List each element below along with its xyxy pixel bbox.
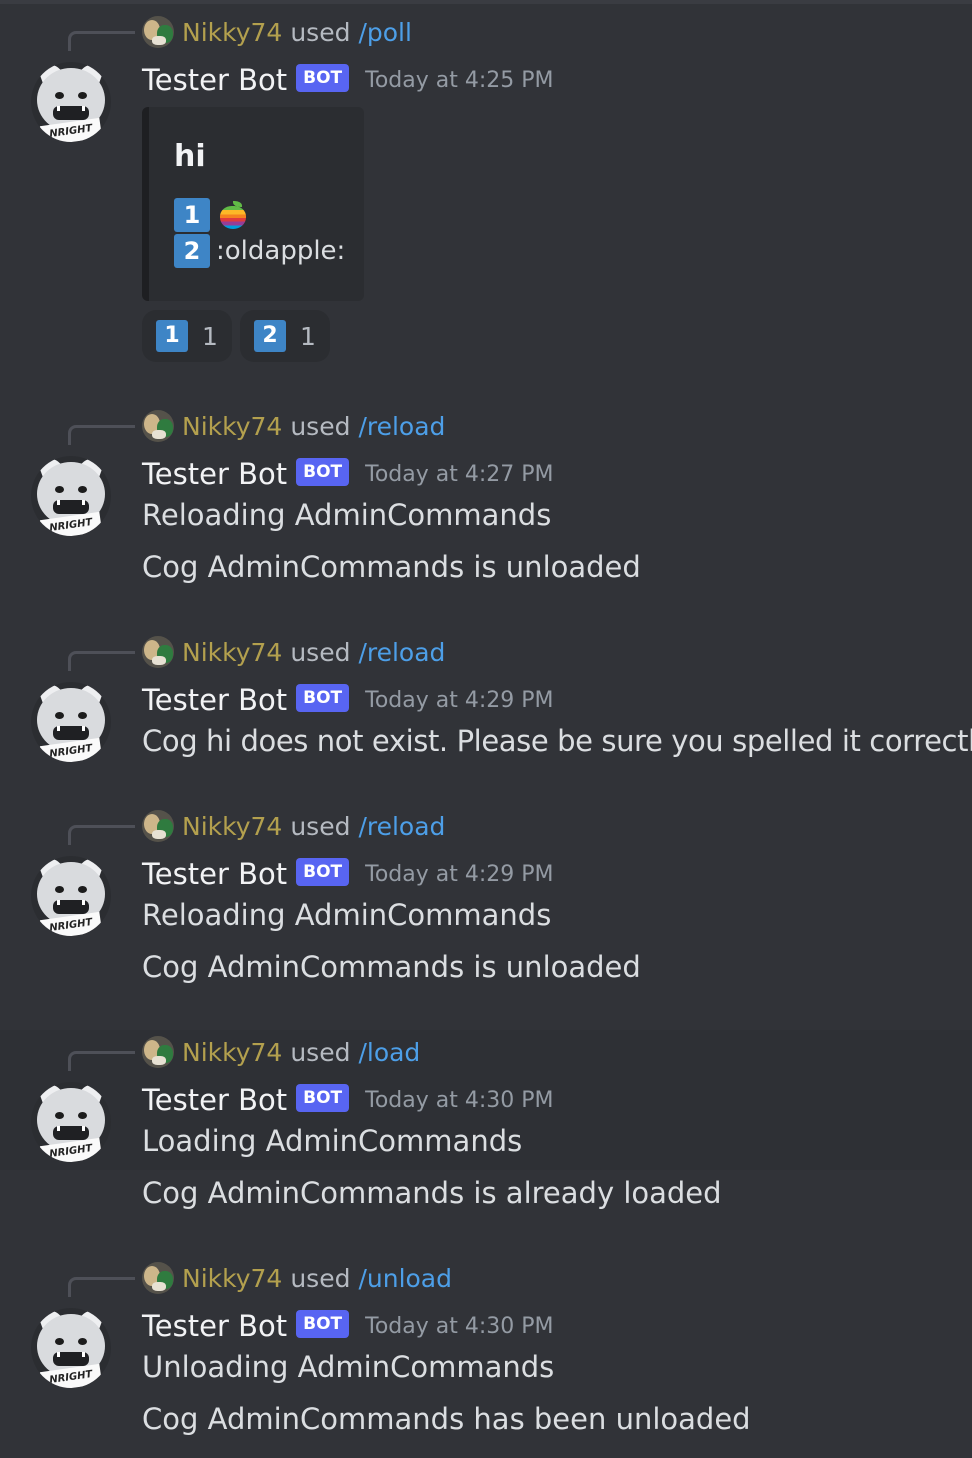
invoker-avatar[interactable] [142, 16, 174, 48]
message-text: Loading AdminCommands [142, 1124, 523, 1158]
message-text: Reloading AdminCommands [142, 498, 552, 532]
message-text: Cog AdminCommands is unloaded [142, 550, 641, 584]
message-text: Cog AdminCommands is unloaded [142, 950, 641, 984]
used-label: used [290, 637, 351, 667]
bot-badge: BOT [296, 64, 350, 92]
timestamp[interactable]: Today at 4:25 PM [365, 68, 553, 93]
message-text: Cog AdminCommands is already loaded [142, 1176, 722, 1210]
timestamp[interactable]: Today at 4:29 PM [365, 862, 553, 887]
command-reference[interactable]: Nikky74 used /reload [142, 810, 445, 842]
bot-badge: BOT [296, 858, 350, 886]
invoker-username[interactable]: Nikky74 [182, 638, 282, 667]
command-link[interactable]: /load [358, 1038, 420, 1067]
invoker-username[interactable]: Nikky74 [182, 812, 282, 841]
reaction-count: 1 [300, 321, 316, 351]
timestamp[interactable]: Today at 4:29 PM [365, 688, 553, 713]
bot-avatar[interactable]: NRIGHT [31, 856, 111, 936]
message-group: Nikky74 used /unload NRIGHT Tester Bot B… [0, 1246, 972, 1458]
timestamp[interactable]: Today at 4:30 PM [365, 1088, 553, 1113]
command-reference[interactable]: Nikky74 used /load [142, 1036, 420, 1068]
bot-badge: BOT [296, 684, 350, 712]
bot-avatar[interactable]: NRIGHT [31, 62, 111, 142]
timestamp[interactable]: Today at 4:30 PM [365, 1314, 553, 1339]
used-label: used [290, 411, 351, 441]
bot-username[interactable]: Tester Bot [142, 1309, 287, 1343]
reaction-button[interactable]: 2 1 [240, 310, 330, 362]
message-group: Nikky74 used /reload NRIGHT Tester Bot B… [0, 794, 972, 1004]
bot-badge: BOT [296, 1084, 350, 1112]
message-header: Tester Bot BOT Today at 4:25 PM [142, 62, 554, 98]
bot-username[interactable]: Tester Bot [142, 857, 287, 891]
bot-avatar[interactable]: NRIGHT [31, 1308, 111, 1388]
bot-username[interactable]: Tester Bot [142, 457, 287, 491]
invoker-avatar[interactable] [142, 410, 174, 442]
invoker-username[interactable]: Nikky74 [182, 1038, 282, 1067]
invoker-username[interactable]: Nikky74 [182, 1264, 282, 1293]
used-label: used [290, 1263, 351, 1293]
message-header: Tester Bot BOT Today at 4:30 PM [142, 1082, 554, 1118]
apple-rainbow-icon [220, 201, 246, 229]
bot-username[interactable]: Tester Bot [142, 63, 287, 97]
message-text: Unloading AdminCommands [142, 1350, 555, 1384]
command-reference[interactable]: Nikky74 used /reload [142, 410, 445, 442]
reply-connector [68, 425, 135, 445]
bot-avatar[interactable]: NRIGHT [31, 1082, 111, 1162]
invoker-avatar[interactable] [142, 1036, 174, 1068]
message-group: Nikky74 used /reload NRIGHT Tester Bot B… [0, 620, 972, 780]
poll-option: 2 :oldapple: [174, 233, 345, 269]
command-reference[interactable]: Nikky74 used /reload [142, 636, 445, 668]
message-group: Nikky74 used /load NRIGHT Tester Bot BOT… [0, 1020, 972, 1230]
poll-title: hi [174, 139, 206, 174]
timestamp[interactable]: Today at 4:27 PM [365, 462, 553, 487]
keycap-2-icon: 2 [254, 320, 286, 352]
keycap-2-icon: 2 [174, 234, 210, 268]
command-reference[interactable]: Nikky74 used /unload [142, 1262, 452, 1294]
bot-username[interactable]: Tester Bot [142, 683, 287, 717]
message-group: Nikky74 used /poll NRIGHT Tester Bot BOT… [0, 0, 972, 380]
command-link[interactable]: /reload [358, 412, 445, 441]
bot-badge: BOT [296, 1310, 350, 1338]
invoker-username[interactable]: Nikky74 [182, 412, 282, 441]
reaction-button[interactable]: 1 1 [142, 310, 232, 362]
message-header: Tester Bot BOT Today at 4:30 PM [142, 1308, 554, 1344]
keycap-1-icon: 1 [156, 320, 188, 352]
bot-username[interactable]: Tester Bot [142, 1083, 287, 1117]
command-reference[interactable]: Nikky74 used /poll [142, 16, 412, 48]
command-link[interactable]: /reload [358, 638, 445, 667]
used-label: used [290, 811, 351, 841]
invoker-avatar[interactable] [142, 636, 174, 668]
message-header: Tester Bot BOT Today at 4:27 PM [142, 456, 554, 492]
message-text: Cog hi does not exist. Please be sure yo… [142, 724, 972, 758]
reply-connector [68, 651, 135, 671]
command-link[interactable]: /unload [358, 1264, 452, 1293]
poll-option-text: :oldapple: [216, 236, 346, 266]
bot-avatar[interactable]: NRIGHT [31, 456, 111, 536]
poll-embed: hi 1 2 :oldapple: [142, 107, 364, 301]
message-text: Reloading AdminCommands [142, 898, 552, 932]
bot-avatar[interactable]: NRIGHT [31, 682, 111, 762]
invoker-username[interactable]: Nikky74 [182, 18, 282, 47]
poll-option: 1 [174, 197, 246, 233]
reply-connector [68, 825, 135, 845]
message-header: Tester Bot BOT Today at 4:29 PM [142, 682, 554, 718]
message-header: Tester Bot BOT Today at 4:29 PM [142, 856, 554, 892]
invoker-avatar[interactable] [142, 1262, 174, 1294]
reply-connector [68, 1277, 135, 1297]
used-label: used [290, 1037, 351, 1067]
message-text: Cog AdminCommands has been unloaded [142, 1402, 751, 1436]
reply-connector [68, 1051, 135, 1071]
bot-badge: BOT [296, 458, 350, 486]
used-label: used [290, 17, 351, 47]
command-link[interactable]: /poll [358, 18, 411, 47]
invoker-avatar[interactable] [142, 810, 174, 842]
reaction-count: 1 [202, 321, 218, 351]
reply-connector [68, 31, 135, 51]
command-link[interactable]: /reload [358, 812, 445, 841]
keycap-1-icon: 1 [174, 198, 210, 232]
message-group: Nikky74 used /reload NRIGHT Tester Bot B… [0, 394, 972, 604]
